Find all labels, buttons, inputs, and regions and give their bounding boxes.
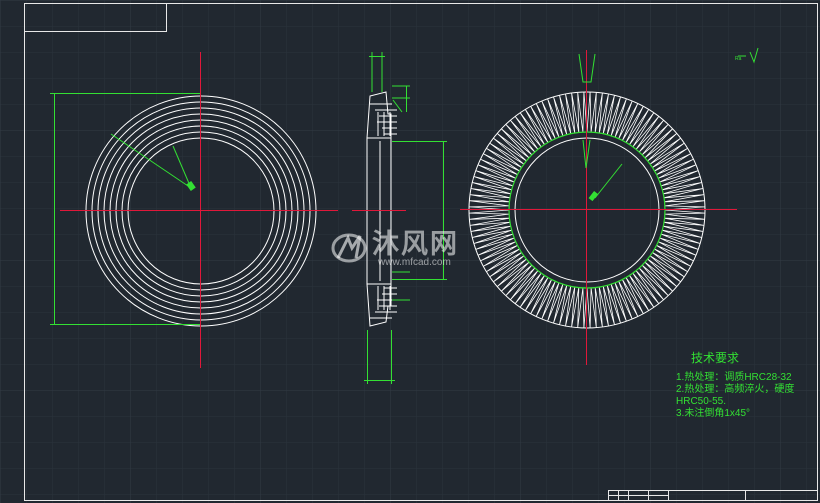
technical-note-line: 2.热处理：高频淬火，硬度 bbox=[676, 384, 795, 395]
watermark-logo-icon bbox=[331, 233, 367, 263]
roughness-symbol: Ra bbox=[735, 56, 742, 62]
technical-note-line: HRC50-55. bbox=[676, 396, 727, 407]
watermark: 沐风网 www.mfcad.com bbox=[330, 230, 459, 268]
technical-note-line: 3.未注倒角1x45° bbox=[676, 408, 751, 419]
technical-notes: 技术要求 1.热处理：调质HRC28-32 2.热处理：高频淬火，硬度 HRC5… bbox=[676, 352, 816, 420]
watermark-text: 沐风网 bbox=[372, 229, 459, 259]
technical-notes-title: 技术要求 bbox=[691, 351, 740, 365]
technical-note-line: 1.热处理：调质HRC28-32 bbox=[676, 372, 792, 383]
watermark-url: www.mfcad.com bbox=[378, 257, 451, 268]
